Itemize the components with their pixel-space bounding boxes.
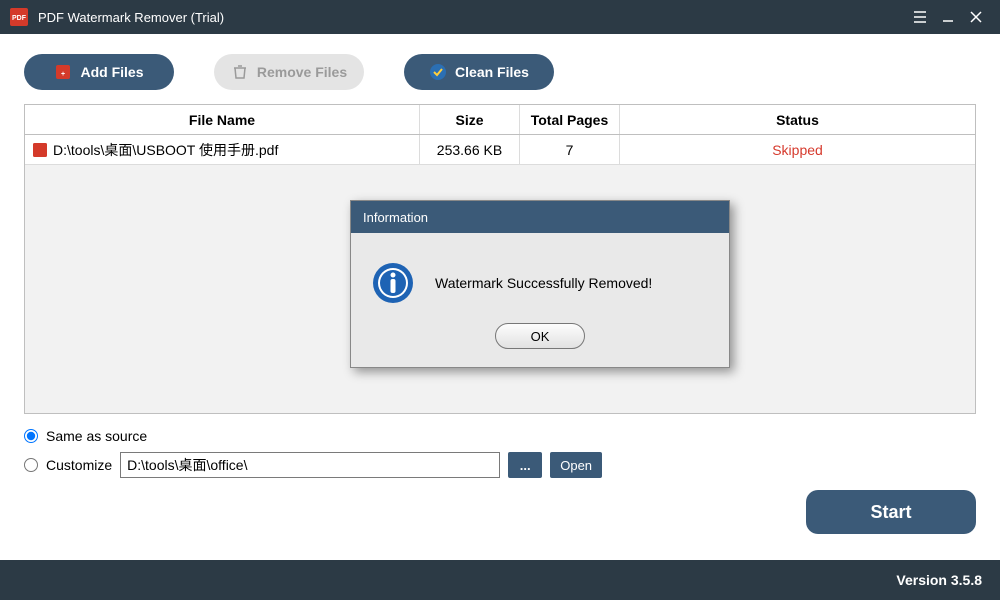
grid-header: File Name Size Total Pages Status [25, 105, 975, 135]
col-header-name[interactable]: File Name [25, 105, 420, 134]
close-button[interactable] [962, 3, 990, 31]
open-button[interactable]: Open [550, 452, 602, 478]
col-header-status[interactable]: Status [620, 105, 975, 134]
col-header-pages[interactable]: Total Pages [520, 105, 620, 134]
version-label: Version 3.5.8 [896, 572, 982, 588]
browse-button[interactable]: ... [508, 452, 542, 478]
same-as-source-radio[interactable] [24, 429, 38, 443]
svg-text:PDF: PDF [12, 15, 27, 22]
svg-text:+: + [61, 71, 65, 78]
add-files-button[interactable]: + Add Files [24, 54, 174, 90]
app-icon: PDF [10, 8, 28, 26]
cell-size: 253.66 KB [420, 135, 520, 164]
footer: Version 3.5.8 [0, 560, 1000, 600]
add-files-label: Add Files [80, 64, 143, 80]
remove-files-button: Remove Files [214, 54, 364, 90]
clean-icon [429, 63, 447, 81]
info-dialog: Information Watermark Successfully Remov… [350, 200, 730, 368]
customize-label[interactable]: Customize [46, 457, 112, 473]
remove-files-label: Remove Files [257, 64, 347, 80]
dialog-message: Watermark Successfully Removed! [435, 275, 652, 291]
start-button[interactable]: Start [806, 490, 976, 534]
cell-filename: D:\tools\桌面\USBOOT 使用手册.pdf [53, 140, 278, 160]
cell-status: Skipped [620, 135, 975, 164]
col-header-size[interactable]: Size [420, 105, 520, 134]
pdf-add-icon: + [54, 63, 72, 81]
output-path-input[interactable] [120, 452, 500, 478]
pdf-file-icon [33, 143, 47, 157]
dialog-title: Information [351, 201, 729, 233]
table-row[interactable]: D:\tools\桌面\USBOOT 使用手册.pdf 253.66 KB 7 … [25, 135, 975, 165]
toolbar: + Add Files Remove Files Clean Files [0, 34, 1000, 104]
info-icon [371, 261, 415, 305]
window-title: PDF Watermark Remover (Trial) [38, 10, 906, 25]
same-as-source-label[interactable]: Same as source [46, 428, 147, 444]
cell-pages: 7 [520, 135, 620, 164]
ok-button[interactable]: OK [495, 323, 585, 349]
clean-files-button[interactable]: Clean Files [404, 54, 554, 90]
customize-radio[interactable] [24, 458, 38, 472]
minimize-button[interactable] [934, 3, 962, 31]
title-bar: PDF PDF Watermark Remover (Trial) [0, 0, 1000, 34]
clean-files-label: Clean Files [455, 64, 529, 80]
menu-icon[interactable] [906, 3, 934, 31]
trash-icon [231, 63, 249, 81]
output-area: Same as source Customize ... Open [0, 414, 1000, 478]
